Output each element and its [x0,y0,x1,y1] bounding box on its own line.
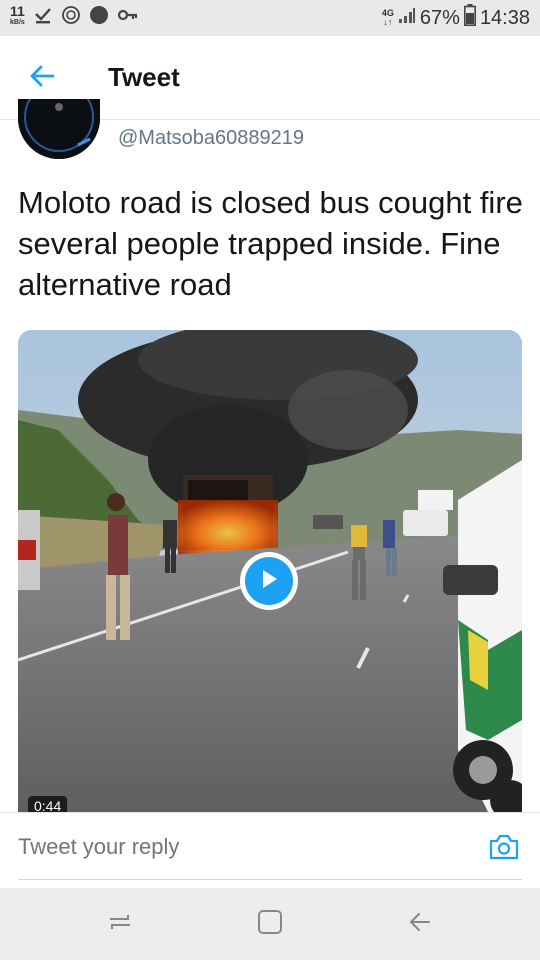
reply-underline [18,879,522,880]
system-nav-bar [0,888,540,960]
status-left: 11 kB/s [10,4,147,26]
signal-icon [398,6,416,30]
tweet-text: Moloto road is closed bus cought fire se… [18,185,523,302]
reply-input[interactable] [18,827,468,867]
camera-icon [488,833,520,866]
play-icon [259,568,279,595]
avatar[interactable] [18,99,100,159]
recent-apps-icon [106,909,134,940]
data-saver-icon [61,5,81,25]
home-button[interactable] [250,908,290,940]
network-speed: 11 kB/s [10,4,25,26]
clock: 14:38 [479,6,530,29]
network-type: 4G ↓↑ [382,9,394,27]
play-button[interactable] [240,552,298,610]
camera-button[interactable] [486,833,522,865]
battery-icon [463,4,476,32]
dot-icon [89,5,109,25]
play-button-inner [245,557,293,605]
reply-bar [0,812,540,888]
key-icon [117,5,139,25]
home-icon [256,908,284,941]
recent-apps-button[interactable] [100,908,140,940]
system-back-button[interactable] [400,908,440,940]
status-right: 4G ↓↑ 67% 14:38 [382,0,530,36]
arrow-left-icon [29,64,55,93]
back-button[interactable] [22,60,62,96]
network-speed-value: 11 [10,3,25,19]
battery-percent: 67% [419,6,460,29]
network-speed-unit: kB/s [10,19,25,26]
page-title: Tweet [108,62,180,92]
author-handle[interactable]: @Matsoba60889219 [118,127,304,150]
network-arrows-icon: ↓↑ [383,17,393,27]
download-check-icon [33,5,53,25]
status-bar: 11 kB/s 4G ↓↑ 67% 14:38 [0,0,540,36]
back-icon [407,909,433,940]
